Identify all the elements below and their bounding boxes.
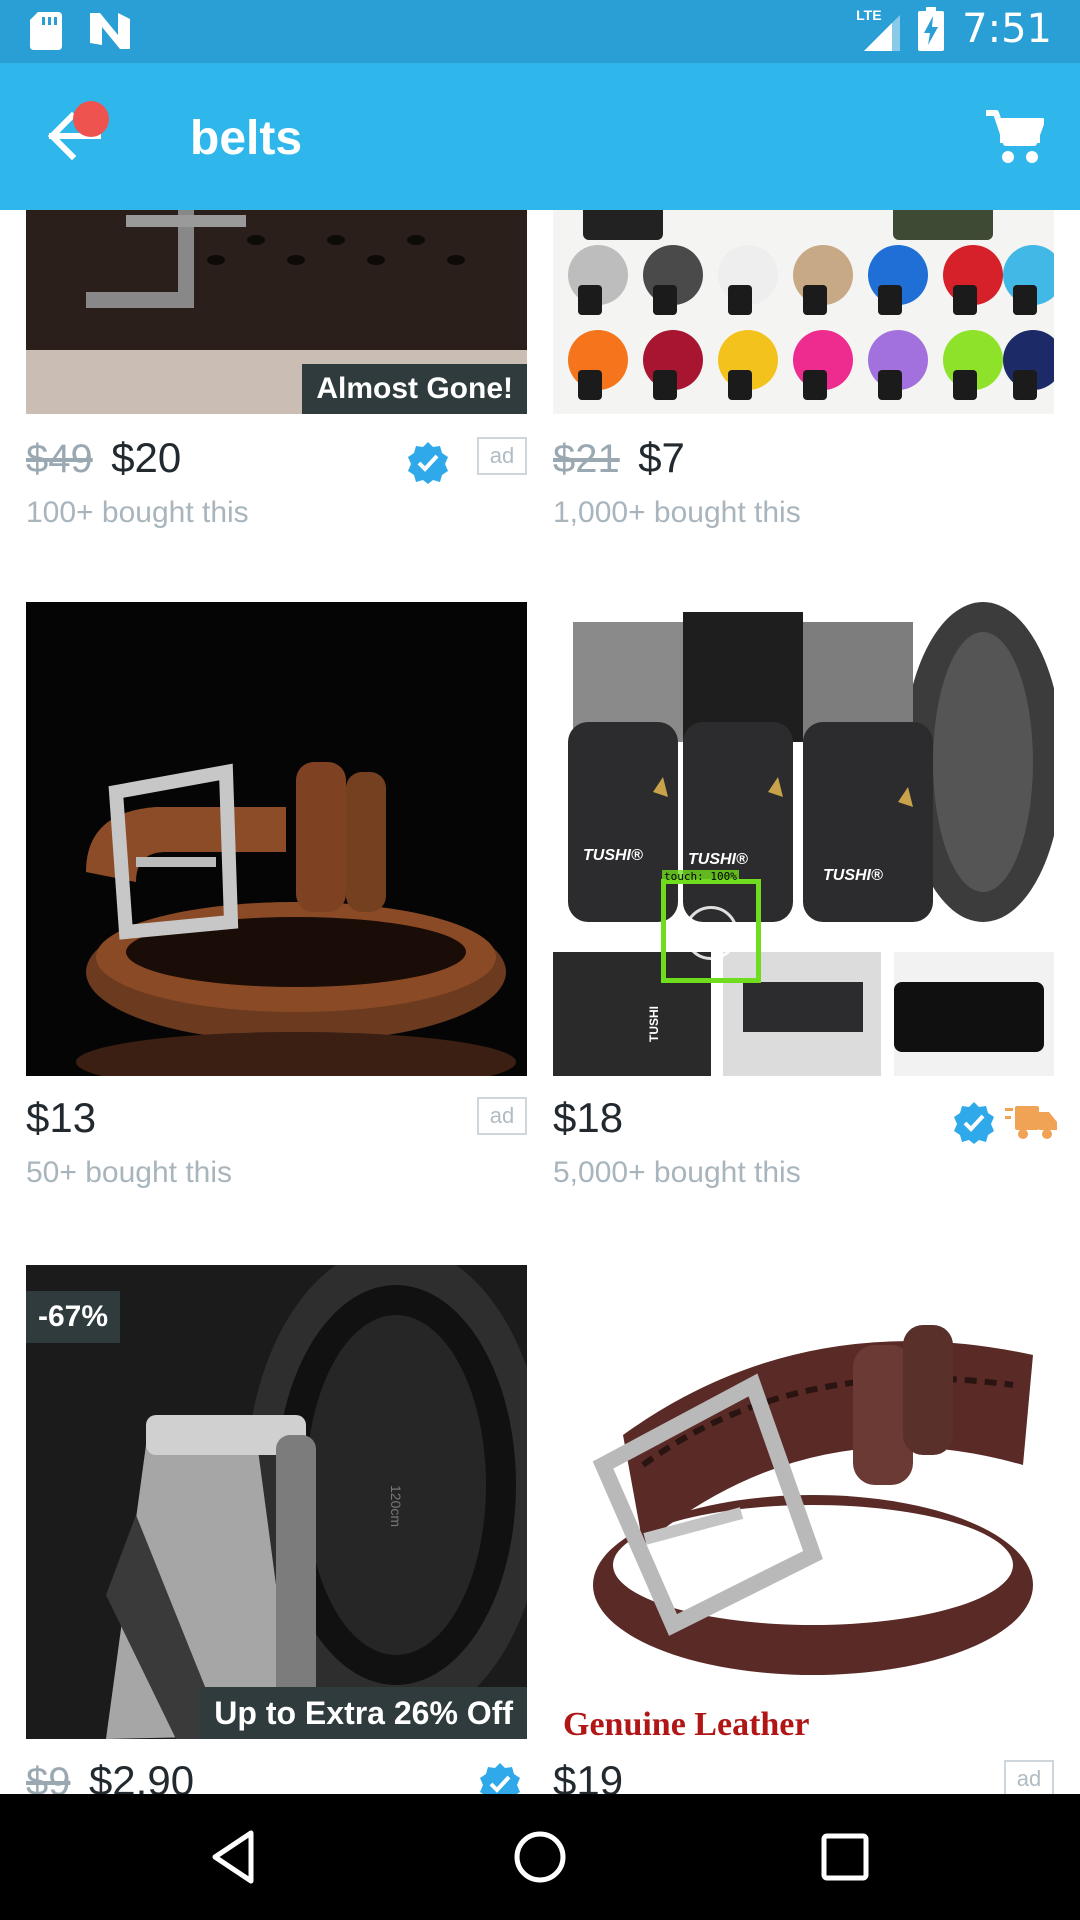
- brand-label: TUSHI®: [583, 847, 643, 864]
- promo-badge: Up to Extra 26% Off: [200, 1687, 527, 1739]
- brand-label: TUSHI®: [823, 867, 883, 884]
- sale-price: $7: [638, 434, 685, 481]
- product-card[interactable]: TUSHI® TUSHI® TUSHI® TUSHI $18 5,000+ bo…: [553, 602, 1057, 1216]
- product-card[interactable]: $13 ad 50+ bought this: [26, 602, 527, 1216]
- sale-price: $20: [111, 434, 182, 481]
- system-navigation-bar: [0, 1794, 1080, 1920]
- verified-badge-icon: [408, 442, 448, 484]
- size-label: 120cm: [388, 1485, 404, 1527]
- bought-count: 50+ bought this: [26, 1156, 233, 1189]
- status-bar: LTE 7:51: [0, 0, 1080, 63]
- bought-count: 100+ bought this: [26, 496, 249, 529]
- discount-badge: -67%: [26, 1291, 121, 1343]
- price: $13: [26, 1094, 97, 1141]
- nav-recents-icon[interactable]: [815, 1827, 875, 1887]
- clock: 7:51: [962, 6, 1052, 52]
- product-image-automatic-buckle-belt[interactable]: 120cm -67% Up to Extra 26% Off: [26, 1265, 527, 1739]
- battery-charging-icon: [918, 7, 945, 51]
- ad-label: ad: [1004, 1760, 1054, 1794]
- notification-dot: [73, 101, 109, 137]
- original-price: $9: [26, 1760, 71, 1794]
- product-image-tactical-belts[interactable]: TUSHI® TUSHI® TUSHI® TUSHI: [553, 602, 1054, 1076]
- shopping-cart-icon[interactable]: [984, 107, 1044, 167]
- product-card[interactable]: Genuine Leather $19 ad: [553, 1265, 1054, 1794]
- product-image-belt-brown-perforated[interactable]: Almost Gone!: [26, 210, 527, 414]
- fast-shipping-truck-icon: [1005, 1106, 1057, 1139]
- price: $18: [553, 1094, 624, 1141]
- n-notification-icon: [90, 13, 130, 49]
- price: $19: [553, 1757, 624, 1794]
- app-bar: belts: [0, 63, 1080, 210]
- page-title: belts: [190, 112, 303, 165]
- sd-card-icon: [30, 12, 62, 50]
- original-price: $49: [26, 437, 93, 481]
- almost-gone-badge: Almost Gone!: [302, 364, 527, 414]
- product-card[interactable]: 120cm -67% Up to Extra 26% Off $9 $2.90: [26, 1265, 527, 1794]
- verified-badge-icon: [954, 1102, 994, 1144]
- ad-label: ad: [477, 437, 527, 475]
- genuine-leather-caption: Genuine Leather: [563, 1706, 809, 1739]
- brand-label: TUSHI: [647, 1006, 661, 1042]
- original-price: $21: [553, 437, 620, 481]
- brand-label: TUSHI®: [688, 851, 748, 868]
- product-grid[interactable]: Almost Gone! $49 $20 ad 100+ bought this: [0, 210, 1080, 1794]
- product-image-brown-leather-belt[interactable]: [26, 602, 527, 1076]
- bought-count: 1,000+ bought this: [553, 496, 801, 529]
- product-image-embossed-leather-belt[interactable]: Genuine Leather: [553, 1265, 1054, 1739]
- touch-indicator-label: touch: 100%: [662, 870, 739, 883]
- product-image-nylon-belts-colors[interactable]: [553, 210, 1054, 414]
- touch-point-circle: [684, 906, 738, 960]
- verified-badge-icon: [480, 1763, 520, 1794]
- bought-count: 5,000+ bought this: [553, 1156, 801, 1189]
- product-card[interactable]: Almost Gone! $49 $20 ad 100+ bought this: [26, 210, 527, 554]
- sale-price: $2.90: [88, 1757, 195, 1794]
- nav-home-icon[interactable]: [510, 1827, 570, 1887]
- nav-back-icon[interactable]: [205, 1827, 265, 1887]
- lte-signal-icon: LTE: [856, 7, 901, 51]
- product-card[interactable]: $21 $7 1,000+ bought this: [553, 210, 1054, 554]
- ad-label: ad: [477, 1097, 527, 1135]
